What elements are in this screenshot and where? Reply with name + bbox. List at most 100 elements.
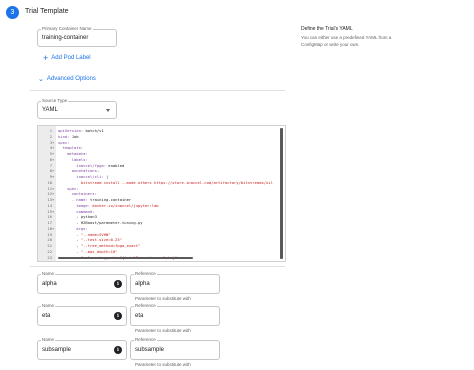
param-name-label: Name (41, 271, 56, 276)
yaml-value: - H2Boost/parameter-tuning.py (58, 220, 143, 225)
add-pod-label-button[interactable]: + Add Pod Label (43, 54, 91, 63)
code-line[interactable]: 2 kind: Job (38, 134, 278, 139)
editor-horizontal-scrollbar[interactable] (58, 257, 193, 259)
code-line[interactable]: 18 ▾ args: (38, 226, 278, 231)
yaml-value: batch/v1 (83, 128, 104, 133)
code-line[interactable]: 4 ▾ template: (38, 145, 278, 150)
yaml-value: - (58, 248, 81, 254)
line-number: 11 (47, 185, 52, 191)
code-line[interactable]: 11 ▾ spec: (38, 186, 278, 191)
code-text: command: (58, 209, 94, 214)
fold-arrow-icon[interactable]: ▾ (52, 157, 55, 162)
code-line[interactable]: 8 ▾ annotations: (38, 168, 278, 173)
line-number: 19 (47, 231, 52, 237)
line-number: 22 (47, 248, 52, 254)
code-line[interactable]: 16 - python3 (38, 214, 278, 219)
code-line[interactable]: 22 - "--max_depth=10" (38, 249, 278, 254)
line-number: 10 (47, 179, 52, 185)
param-reference-field[interactable] (130, 306, 220, 326)
code-text: inaccel/fpga: enabled (58, 163, 124, 168)
fold-arrow-icon[interactable]: ▾ (52, 186, 55, 191)
param-reference-value: alpha (135, 281, 150, 287)
line-number: 18 (47, 225, 52, 231)
info-icon[interactable]: i (114, 346, 122, 354)
code-text: args: (58, 225, 88, 231)
code-line[interactable]: 9 ▾ inaccel/cli: | (38, 174, 278, 179)
code-line[interactable]: 6 ▾ labels: (38, 157, 278, 162)
yaml-string: bitstream install --mode others https://… (58, 179, 273, 185)
code-text: image: docker.io/inaccel/jupyter:lab (58, 202, 158, 208)
primary-container-name-label: Primary Container Name (41, 26, 93, 31)
fold-arrow-icon[interactable]: ▾ (52, 174, 55, 179)
code-line[interactable]: 7 inaccel/fpga: enabled (38, 163, 278, 168)
code-line[interactable]: 13 ▾ - name: training-container (38, 197, 278, 202)
line-number: 15 (47, 208, 52, 214)
yaml-key: kind: (58, 133, 70, 139)
fold-arrow-icon[interactable]: ▾ (52, 226, 55, 231)
advanced-options-toggle[interactable]: ⌄ Advanced Options (38, 75, 96, 83)
code-text: bitstream install --mode others https://… (58, 180, 273, 185)
code-text: - H2Boost/parameter-tuning.py (58, 220, 143, 225)
source-type-value: YAML (42, 107, 58, 113)
code-text: containers: (58, 191, 97, 196)
code-text: kind: Job (58, 134, 79, 139)
fold-arrow-icon[interactable]: ▾ (52, 145, 55, 150)
yaml-key: image: (58, 202, 91, 208)
divider (30, 90, 285, 91)
code-line[interactable]: 17 - H2Boost/parameter-tuning.py (38, 220, 278, 225)
yaml-key: - name: (58, 197, 88, 202)
yaml-value: | (103, 174, 109, 179)
line-number: 14 (47, 202, 52, 208)
code-line[interactable]: 12 ▾ containers: (38, 191, 278, 196)
yaml-string: "--test-size=0.25" (80, 237, 123, 243)
yaml-string: "--tree_method=fpga_exact" (80, 243, 141, 248)
fold-arrow-icon[interactable]: ▾ (52, 168, 55, 173)
yaml-key: metadata: (58, 151, 88, 156)
help-title: Define the Trial's YAML (301, 26, 353, 32)
code-line[interactable]: 10 bitstream install --mode others https… (38, 180, 278, 185)
code-text: - "--test-size=0.25" (58, 237, 122, 242)
chevron-down-icon: ⌄ (38, 76, 44, 83)
fold-arrow-icon[interactable]: ▾ (52, 151, 55, 156)
fold-arrow-icon[interactable]: ▾ (52, 191, 55, 196)
line-number: 5 (49, 151, 52, 156)
yaml-key: annotations: (58, 168, 100, 174)
yaml-value: Job (69, 133, 79, 139)
info-icon[interactable]: i (114, 280, 122, 288)
param-reference-value: subsample (135, 347, 165, 353)
code-text: apiVersion: batch/v1 (58, 128, 104, 133)
code-line[interactable]: 19 - "--name=SVHN" (38, 232, 278, 237)
info-icon[interactable]: i (114, 312, 122, 320)
primary-container-name-value: training-container (42, 35, 89, 41)
line-number: 21 (47, 243, 52, 248)
line-number: 12 (47, 191, 52, 197)
code-line[interactable]: 21 - "--tree_method=fpga_exact" (38, 243, 278, 248)
line-number: 16 (47, 214, 52, 220)
param-name-value: eta (42, 313, 51, 319)
yaml-string: "--max_depth=10" (80, 248, 118, 254)
editor-vertical-scrollbar[interactable] (280, 128, 283, 259)
code-text: inaccel/cli: | (58, 174, 108, 179)
code-line[interactable]: 1 apiVersion: batch/v1 (38, 128, 278, 133)
code-text: metadata: (58, 151, 88, 156)
yaml-key: args: (58, 225, 88, 231)
line-number: 20 (47, 237, 52, 243)
fold-arrow-icon[interactable]: ▾ (52, 209, 55, 214)
code-line[interactable]: 20 - "--test-size=0.25" (38, 237, 278, 242)
code-text: spec: (58, 140, 69, 145)
code-line[interactable]: 3 ▾ spec: (38, 140, 278, 145)
yaml-value: - (58, 237, 81, 243)
yaml-key: labels: (58, 156, 88, 162)
line-number: 8 (49, 168, 52, 174)
code-line[interactable]: 5 ▾ metadata: (38, 151, 278, 156)
source-type-label: Source Type (41, 98, 69, 103)
line-number: 1 (49, 128, 52, 133)
code-line[interactable]: 14 image: docker.io/inaccel/jupyter:lab (38, 203, 278, 208)
fold-arrow-icon[interactable]: ▾ (52, 197, 55, 202)
fold-arrow-icon[interactable]: ▾ (52, 140, 55, 145)
code-line[interactable]: 15 ▾ command: (38, 209, 278, 214)
yaml-editor[interactable]: 1 apiVersion: batch/v1 2 kind: Job 3 ▾ spec: 4 ▾… (37, 125, 286, 262)
yaml-value: - (58, 243, 81, 248)
line-number: 4 (49, 145, 52, 151)
param-reference-hint: Parameter to substitute with (135, 362, 191, 367)
